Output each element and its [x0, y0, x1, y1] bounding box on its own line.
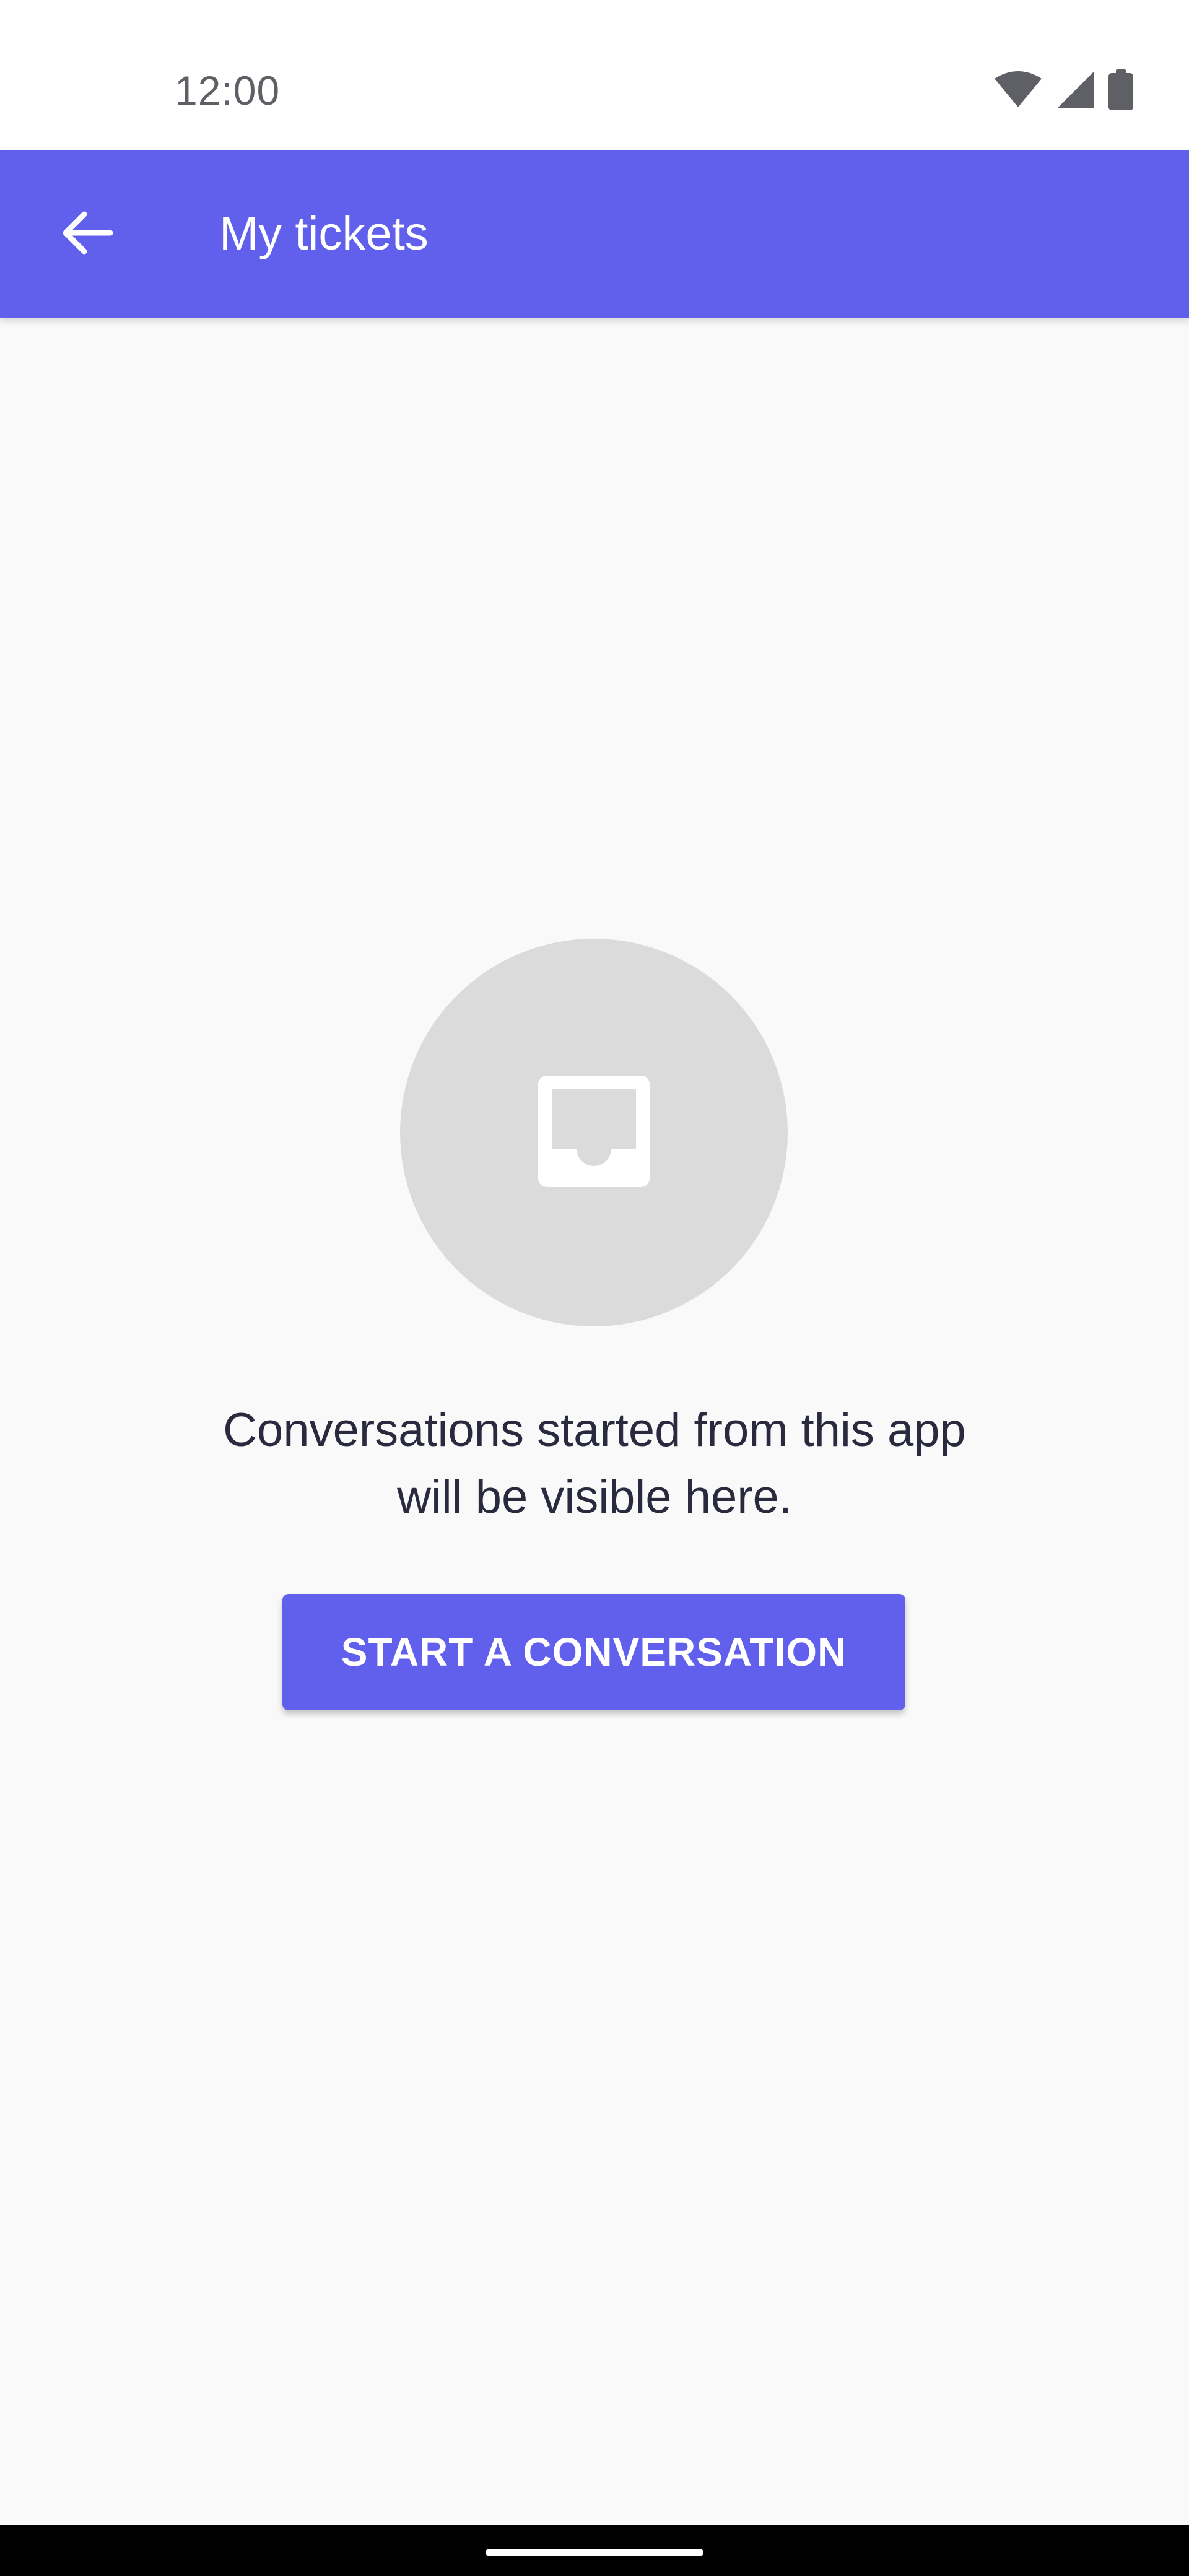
screen: 12:00 My tickets Conversations started f…: [0, 0, 1189, 2576]
wifi-icon: [993, 71, 1043, 108]
arrow-left-icon: [61, 211, 113, 258]
status-time: 12:00: [175, 67, 281, 113]
navigation-bar: [0, 2525, 1189, 2576]
inbox-tray-icon: [538, 1075, 650, 1190]
cellular-signal-icon: [1056, 71, 1095, 109]
empty-state-illustration: [400, 939, 788, 1326]
status-bar: 12:00: [0, 0, 1189, 150]
empty-state-message: Conversations started from this app will…: [161, 1397, 1028, 1531]
page-title: My tickets: [219, 207, 429, 260]
home-gesture-handle[interactable]: [486, 2549, 703, 2556]
empty-state-message-line2: will be visible here.: [397, 1471, 792, 1523]
status-icons: [993, 69, 1133, 110]
app-bar: My tickets: [0, 150, 1189, 318]
battery-icon: [1108, 69, 1133, 110]
back-button[interactable]: [43, 191, 130, 277]
empty-state-message-line1: Conversations started from this app: [223, 1404, 966, 1456]
start-conversation-button[interactable]: START A CONVERSATION: [282, 1594, 905, 1710]
